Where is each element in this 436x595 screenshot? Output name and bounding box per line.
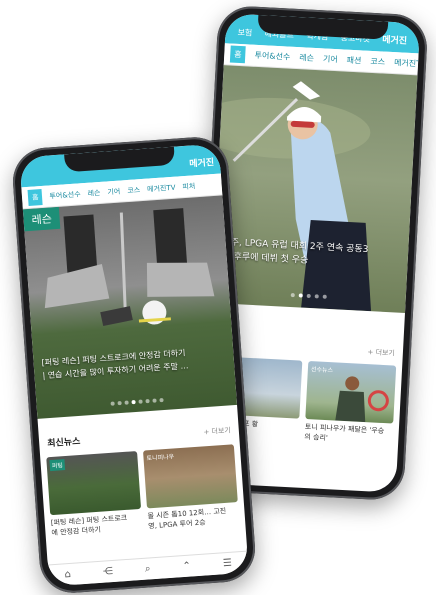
menu-magazine[interactable]: 메거진 [382,32,407,46]
share-icon[interactable]: ⋲ [103,566,114,578]
news-thumbnail: 퍼팅 [46,450,142,516]
dot[interactable] [158,398,164,403]
tab-feature[interactable]: 피처 [182,181,196,192]
dot[interactable] [314,294,319,299]
home-icon[interactable]: ⌂ [64,569,71,580]
dot-active[interactable] [298,293,303,298]
dot[interactable] [306,293,311,299]
phone-front-screen: 메거진 홈 투어&선수 레슨 기어 코스 메거진TV 피처 레슨 [퍼팅 레슨]… [19,143,249,587]
tab-lesson[interactable]: 레슨 [299,52,314,64]
tab-fashion[interactable]: 패션 [346,55,361,67]
section-title: 최신뉴스 [46,436,81,450]
tab-lesson[interactable]: 레슨 [87,187,101,198]
up-arrow-icon[interactable]: ⌃ [182,561,191,573]
tab-magazine-tv[interactable]: 메거진TV [147,182,176,194]
dot-active[interactable] [130,400,136,405]
tab-magazine-tv[interactable]: 메거진TV [394,57,419,70]
tab-gear[interactable]: 기어 [323,53,338,65]
news-title: 몰 시즌 톱10 12회… 고진 영, LPGA 투어 2승 [147,506,227,531]
tab-home[interactable]: 홈 [27,188,44,206]
bottom-navigation: ⌂ ⋲ ⌕ ⌃ ☰ [47,550,249,587]
news-card[interactable]: 토니피나우 몰 시즌 톱10 12회… 고진 영, LPGA 투어 2승 [142,444,239,531]
news-cards: 퍼팅 [퍼팅 레슨] 퍼팅 스트로크 에 안정감 더하기 토니피나우 몰 시즌 … [40,444,245,539]
news-tag: 토니피나우 [146,453,175,463]
tab-gear[interactable]: 기어 [107,186,121,197]
tab-course[interactable]: 코스 [370,56,385,68]
news-thumbnail: 선수뉴스 [305,361,397,424]
tab-tour-players[interactable]: 투어&선수 [49,189,81,201]
player-photo [335,376,389,423]
hero-banner[interactable]: 호주, LPGA 유럽 대회 2주 연속 공동3 … 후루에 데뷔 첫 우승 [211,65,418,314]
putting-photo [44,208,215,327]
dot[interactable] [116,400,122,406]
more-link[interactable]: + 더보기 [367,347,395,358]
tab-home[interactable]: 홈 [229,45,247,64]
menu-insurance[interactable]: 보험 [237,27,252,39]
news-tag: 퍼팅 [49,459,66,472]
dot[interactable] [110,401,115,406]
hero-banner[interactable]: 레슨 [퍼팅 레슨] 퍼팅 스트로크에 안정감 더하기 | 연습 시간을 많이 … [22,195,238,419]
tab-course[interactable]: 코스 [127,185,141,196]
news-title: 토니 피나우가 패달은 '우승 의 승리' [304,422,385,443]
promo-scene: 보험 해외골프 퀵게임 중고마켓 메거진 홈 투어&선수 레슨 기어 패션 코스… [0,0,436,595]
menu-icon[interactable]: ☰ [223,558,233,570]
menu-magazine[interactable]: 메거진 [189,155,214,170]
search-icon[interactable]: ⌕ [145,563,151,574]
dot[interactable] [151,398,157,403]
more-link[interactable]: + 더보기 [203,425,231,437]
dot[interactable] [137,399,143,404]
golfer-photo [211,81,372,312]
news-card[interactable]: 퍼팅 [퍼팅 레슨] 퍼팅 스트로크 에 안정감 더하기 [46,450,142,538]
phone-front: 메거진 홈 투어&선수 레슨 기어 코스 메거진TV 피처 레슨 [퍼팅 레슨]… [10,135,258,595]
news-thumbnail: 토니피나우 [142,444,238,509]
dot[interactable] [144,399,150,404]
dot[interactable] [290,293,295,298]
news-card[interactable]: 선수뉴스 토니 피나우가 패달은 '우승 의 승리' [304,361,397,446]
dot[interactable] [322,294,327,299]
news-title: [퍼팅 레슨] 퍼팅 스트로크 에 안정감 더하기 [50,513,128,538]
tab-tour-players[interactable]: 투어&선수 [254,50,290,63]
dot[interactable] [123,400,129,405]
